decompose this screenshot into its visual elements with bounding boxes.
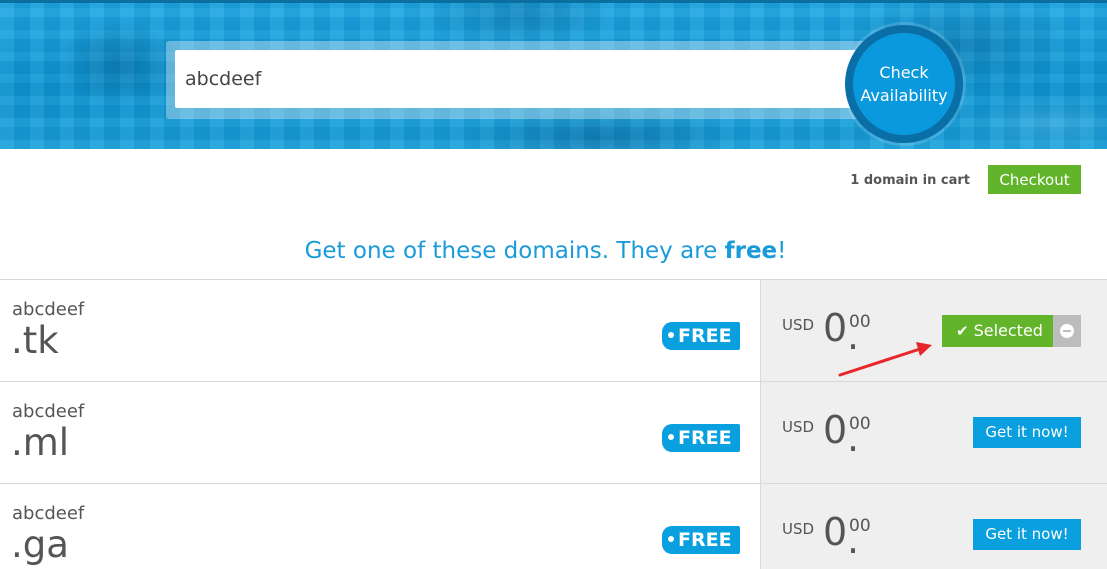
domain-row-tk: abcdeef .tk FREE USD 0 . 00 ✔ Selected [0,279,1107,381]
headline-suffix: ! [777,238,787,264]
free-domains-headline: Get one of these domains. They are free! [0,238,1091,264]
domain-results-list: abcdeef .tk FREE USD 0 . 00 ✔ Selected ab… [0,279,1107,569]
domain-row-ml: abcdeef .ml FREE USD 0 . 00 Get it now! [0,381,1107,483]
price-integer: 0 [823,306,848,350]
headline-emphasis: free [724,238,778,264]
checkout-button[interactable]: Checkout [988,165,1081,194]
search-box [166,41,872,119]
free-badge: FREE [662,322,740,350]
price-currency: USD [782,520,815,538]
domain-name-cell: abcdeef .tk FREE [0,280,760,381]
price-decimal: 00 [849,414,871,434]
price-integer: 0 [823,510,848,554]
domain-tld: .tk [11,319,59,362]
domain-sld: abcdeef [12,503,85,524]
free-badge-label: FREE [678,325,732,347]
domain-price-cell: USD 0 . 00 Get it now! [760,382,1107,483]
headline-prefix: Get one of these domains. They are [304,238,725,264]
check-availability-button[interactable]: Check Availability [845,25,963,143]
remove-from-cart-button[interactable] [1053,315,1081,347]
free-badge: FREE [662,526,740,554]
domain-tld: .ml [11,421,70,464]
check-icon: ✔ [956,322,969,340]
free-badge-label: FREE [678,529,732,551]
check-availability-label-line1: Check [879,63,929,82]
free-badge-label: FREE [678,427,732,449]
domain-name-cell: abcdeef .ml FREE [0,382,760,483]
domain-sld: abcdeef [12,401,85,422]
minus-circle-icon [1060,324,1074,338]
get-it-now-button[interactable]: Get it now! [973,519,1081,550]
domain-price-cell: USD 0 . 00 ✔ Selected [760,280,1107,381]
domain-search-input[interactable] [175,50,865,108]
dot-icon [668,536,674,542]
domain-sld: abcdeef [12,299,85,320]
selected-button-label: Selected [973,321,1043,340]
price-currency: USD [782,316,815,334]
hero-banner: Check Availability [0,0,1107,149]
check-availability-label-line2: Availability [860,86,948,105]
dot-icon [668,332,674,338]
price-integer: 0 [823,408,848,452]
free-badge: FREE [662,424,740,452]
price-currency: USD [782,418,815,436]
domain-tld: .ga [11,523,69,566]
price-decimal: 00 [849,516,871,536]
check-availability-label: Check Availability [860,61,947,107]
domain-price-cell: USD 0 . 00 Get it now! [760,484,1107,569]
domain-name-cell: abcdeef .ga FREE [0,484,760,569]
get-it-now-button[interactable]: Get it now! [973,417,1081,448]
cart-count: 1 domain in cart [850,173,970,188]
price-decimal: 00 [849,312,871,332]
dot-icon [668,434,674,440]
domain-row-ga: abcdeef .ga FREE USD 0 . 00 Get it now! [0,483,1107,569]
selected-button[interactable]: ✔ Selected [942,315,1053,347]
